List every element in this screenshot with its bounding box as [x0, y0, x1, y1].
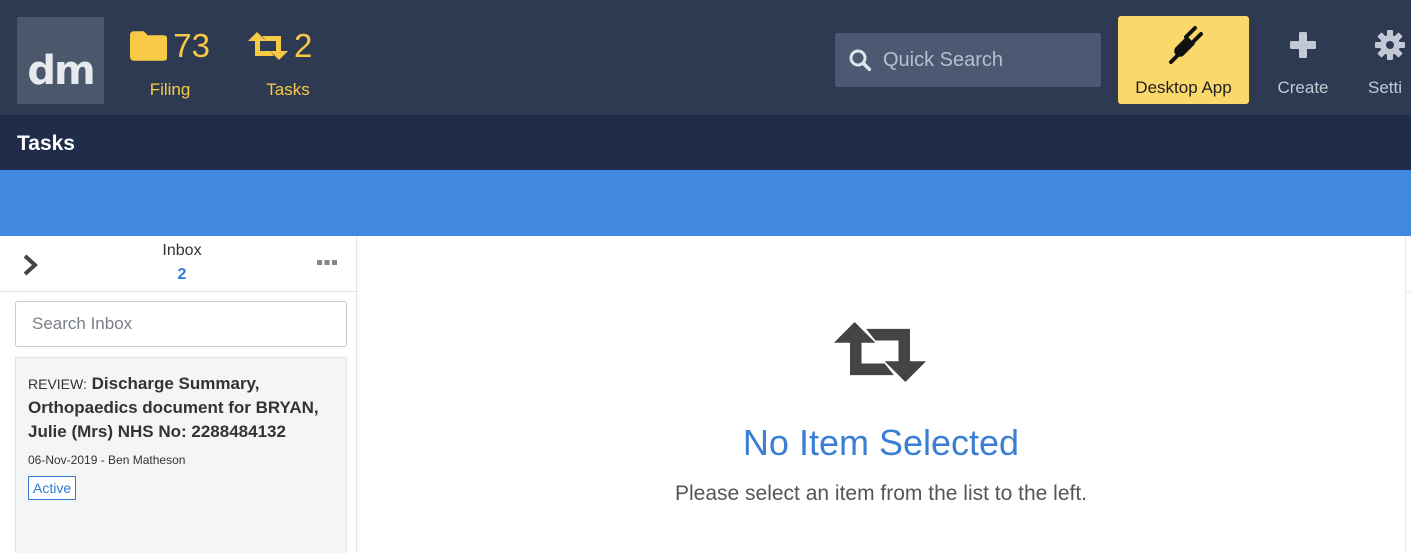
list-item-meta: 06-Nov-2019 - Ben Matheson: [28, 453, 186, 467]
search-icon: [849, 49, 871, 71]
status-badge: Active: [28, 476, 77, 500]
desktop-app-label: Desktop App: [1135, 78, 1232, 97]
empty-state-title: No Item Selected: [742, 422, 1020, 463]
inbox-sidebar: Inbox 2 REVIEW: Discharge Summary, Ortho…: [0, 236, 357, 553]
search-inbox-input[interactable]: [15, 301, 347, 347]
quick-search-input[interactable]: [883, 48, 1083, 72]
quick-search[interactable]: [835, 33, 1101, 87]
filing-label: Filing: [149, 80, 191, 99]
plug-icon: [1169, 26, 1203, 64]
create-button[interactable]: Create: [1268, 16, 1338, 104]
settings-label: Setti: [1368, 78, 1403, 97]
detail-pane: No Item Selected Please select an item f…: [357, 236, 1405, 553]
tasks-counter[interactable]: 2 Tasks: [248, 26, 328, 101]
tasks-count: 2: [294, 27, 313, 64]
create-label: Create: [1277, 78, 1329, 97]
top-bar: dm 73 Filing 2 Tasks Quick Search Deskto…: [0, 0, 1411, 115]
list-item-prefix: REVIEW:: [28, 376, 87, 392]
retweet-icon: [833, 322, 927, 382]
gear-icon: [1375, 30, 1405, 60]
plus-icon: [1290, 32, 1316, 58]
toolbar-band: [0, 170, 1411, 236]
more-options-icon[interactable]: [317, 260, 337, 266]
desktop-app-button[interactable]: Desktop App: [1118, 16, 1249, 104]
inbox-header: Inbox 2: [0, 236, 356, 292]
title-bar: Tasks: [0, 115, 1411, 170]
filing-count: 73: [173, 27, 210, 64]
list-item[interactable]: REVIEW: Discharge Summary, Orthopaedics …: [15, 357, 347, 553]
pane-divider-tick: [1405, 292, 1411, 293]
settings-button[interactable]: Setti: [1355, 16, 1411, 104]
pane-divider: [1405, 236, 1406, 553]
chevron-right-icon[interactable]: [22, 254, 38, 276]
inbox-title: Inbox: [162, 242, 202, 259]
empty-state-subtitle: Please select an item from the list to t…: [674, 482, 1088, 505]
tasks-label: Tasks: [266, 80, 310, 99]
logo[interactable]: dm: [17, 17, 104, 104]
filing-counter[interactable]: 73 Filing: [130, 26, 210, 101]
folder-icon: [130, 31, 168, 61]
inbox-count: 2: [177, 266, 187, 283]
page-title: Tasks: [17, 132, 75, 155]
retweet-icon: [248, 32, 288, 60]
list-item-title: REVIEW: Discharge Summary, Orthopaedics …: [28, 372, 334, 444]
